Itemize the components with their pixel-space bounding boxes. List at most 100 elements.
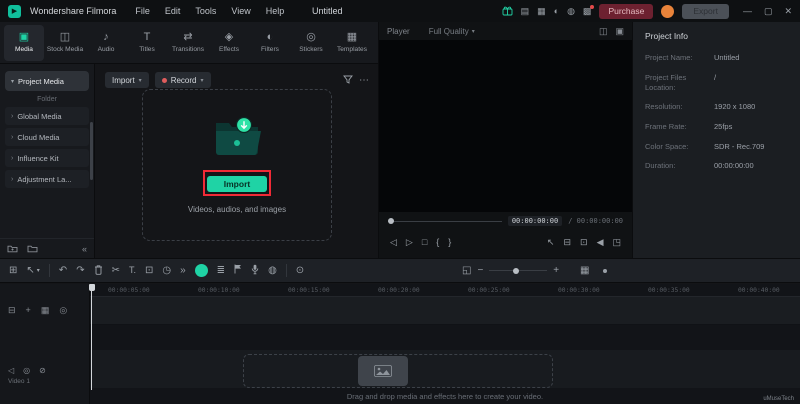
mixer-icon[interactable]: ≣	[217, 266, 225, 276]
more-tools-icon[interactable]: »	[180, 266, 186, 276]
apps-icon[interactable]: ▩	[583, 7, 592, 16]
purchase-button[interactable]: Purchase	[599, 4, 653, 19]
tab-audio[interactable]: ♪ Audio	[86, 25, 126, 61]
track-label: Video 1	[8, 378, 30, 385]
view-dot-icon[interactable]	[603, 269, 607, 273]
ruler-label: 00:00:10:00	[198, 287, 240, 294]
maximize-icon[interactable]: ▢	[764, 6, 773, 17]
ruler-label: 00:00:05:00	[108, 287, 150, 294]
layers-icon[interactable]: ▤	[521, 7, 530, 16]
shortcuts-icon[interactable]: ⊞	[9, 266, 17, 276]
sidebar-item-project-media[interactable]: ▾ Project Media	[5, 71, 89, 91]
record-dropdown[interactable]: Record ▾	[155, 72, 211, 88]
manage-tracks-icon[interactable]: ⊟	[8, 305, 16, 316]
menu-tools[interactable]: Tools	[195, 6, 216, 16]
export-button[interactable]: Export	[682, 4, 729, 19]
step-back-icon[interactable]: ◁	[390, 238, 397, 247]
new-folder-icon[interactable]	[7, 240, 18, 258]
filter-funnel-icon[interactable]	[343, 71, 353, 89]
render-icon[interactable]: ◍	[268, 266, 277, 276]
gift-icon[interactable]	[502, 5, 513, 18]
transport-controls: ◁ ▷ □ { } ↖ ⊟ ⊡ ◀ ◳	[379, 232, 632, 252]
mini-player-icon[interactable]: ▣	[615, 26, 624, 37]
track-mute-icon[interactable]: ◁	[8, 366, 14, 375]
menu-help[interactable]: Help	[266, 6, 285, 16]
collapse-sidebar-icon[interactable]: «	[82, 244, 87, 254]
split-view-icon[interactable]: ⊟	[563, 238, 571, 247]
track-lock-icon[interactable]: ⊘	[39, 366, 46, 375]
tab-transitions[interactable]: ⇄ Transitions	[168, 25, 208, 61]
select-tool-icon[interactable]: ↖▾	[26, 266, 39, 276]
capture-icon[interactable]: ▦	[537, 7, 546, 16]
tab-titles[interactable]: T Titles	[127, 25, 167, 61]
sidebar-item-global-media[interactable]: › Global Media	[5, 107, 89, 125]
undo-icon[interactable]: ↶	[59, 266, 67, 276]
add-track-icon[interactable]: +	[26, 305, 31, 316]
import-button[interactable]: Import	[207, 176, 267, 192]
close-icon[interactable]: ✕	[784, 6, 792, 17]
mask-view-icon[interactable]: ◫	[599, 26, 608, 37]
headset-icon[interactable]: ◍	[567, 7, 575, 16]
window-controls: — ▢ ✕	[743, 6, 792, 17]
ai-assistant-icon[interactable]	[195, 264, 208, 277]
tab-stock-media[interactable]: ◫ Stock Media	[45, 25, 85, 61]
record-dot-icon	[162, 78, 167, 83]
marker-icon[interactable]	[234, 264, 242, 277]
crop-icon[interactable]: ⊡	[145, 266, 153, 276]
voiceover-icon[interactable]	[251, 264, 259, 278]
image-placeholder-icon	[374, 365, 392, 377]
zoom-out-icon[interactable]: −	[477, 266, 483, 276]
tab-stickers[interactable]: ◎ Stickers	[291, 25, 331, 61]
play-icon[interactable]: ▷	[406, 238, 413, 247]
zoom-in-icon[interactable]: +	[553, 266, 559, 276]
import-drop-zone[interactable]: Import Videos, audios, and images	[142, 89, 332, 241]
track-hide-icon[interactable]: ◎	[23, 366, 30, 375]
tab-effects[interactable]: ◈ Effects	[209, 25, 249, 61]
sidebar-scrollbar[interactable]	[90, 122, 93, 180]
snapshot-icon[interactable]: ⊡	[580, 238, 588, 247]
seek-slider[interactable]	[388, 221, 502, 222]
mark-in-icon[interactable]: {	[436, 238, 439, 247]
ruler-label: 00:00:25:00	[468, 287, 510, 294]
redo-icon[interactable]: ↷	[76, 266, 84, 276]
clip-placeholder	[358, 356, 408, 386]
quality-dropdown[interactable]: Full Quality ▾	[429, 27, 475, 36]
menu-file[interactable]: File	[135, 6, 150, 16]
fullscreen-icon[interactable]: ◳	[612, 238, 621, 247]
tab-filters[interactable]: ◐ Filters	[250, 25, 290, 61]
mark-out-icon[interactable]: }	[448, 238, 451, 247]
text-tool-icon[interactable]: T.	[129, 266, 136, 275]
sidebar-item-adjustment-layer[interactable]: › Adjustment La...	[5, 170, 89, 188]
speed-icon[interactable]: ◷	[162, 266, 171, 276]
tab-templates[interactable]: ▦ Templates	[332, 25, 372, 61]
bell-icon[interactable]: ◐	[554, 7, 559, 16]
magnet-icon[interactable]: ◎	[59, 305, 67, 316]
sidebar-item-influence-kit[interactable]: › Influence Kit	[5, 149, 89, 167]
stop-icon[interactable]: □	[422, 238, 427, 247]
preview-screen[interactable]	[379, 40, 632, 212]
menu-edit[interactable]: Edit	[165, 6, 181, 16]
zoom-slider[interactable]	[489, 270, 547, 271]
stickers-icon: ◎	[306, 32, 316, 43]
tab-media[interactable]: ▣ Media	[4, 25, 44, 61]
menu-view[interactable]: View	[231, 6, 250, 16]
snapshot-icon[interactable]: ⊙	[296, 266, 304, 276]
fit-timeline-icon[interactable]: ◱	[462, 266, 471, 276]
split-icon[interactable]: ✂	[112, 266, 120, 276]
filmora-logo-icon: ▶	[8, 5, 21, 18]
volume-icon[interactable]: ◀	[597, 238, 604, 247]
import-dropdown[interactable]: Import ▾	[105, 72, 149, 88]
timeline-drop-hint: Drag and drop media and effects here to …	[90, 392, 800, 401]
folder-icon[interactable]	[27, 240, 38, 258]
delete-icon[interactable]	[94, 264, 103, 278]
more-icon[interactable]: ⋯	[359, 75, 369, 86]
avatar[interactable]	[661, 5, 674, 18]
timeline-lane[interactable]	[90, 297, 800, 325]
timeline-ruler[interactable]: 00:00:05:00 00:00:10:00 00:00:15:00 00:0…	[90, 284, 800, 297]
film-track-icon[interactable]: ▦	[41, 305, 50, 316]
track-view-icon[interactable]: ▦	[580, 266, 589, 276]
minimize-icon[interactable]: —	[743, 6, 752, 17]
playhead[interactable]	[91, 284, 92, 390]
pointer-icon[interactable]: ↖	[547, 238, 555, 247]
sidebar-item-cloud-media[interactable]: › Cloud Media	[5, 128, 89, 146]
